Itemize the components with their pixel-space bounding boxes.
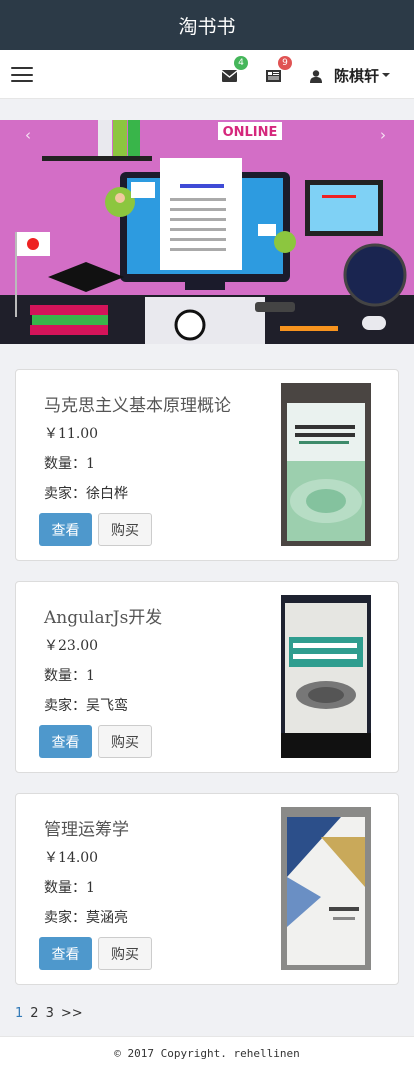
banner-illustration: ONLINE bbox=[0, 120, 414, 344]
book-price: ￥11.00 bbox=[44, 426, 99, 442]
page-link[interactable]: 3 bbox=[46, 1006, 54, 1021]
view-button[interactable]: 查看 bbox=[39, 937, 92, 970]
menu-toggle-icon[interactable] bbox=[11, 67, 33, 82]
book-cover-image[interactable] bbox=[281, 595, 371, 758]
carousel-next-icon[interactable]: › bbox=[380, 126, 386, 144]
book-seller: 卖家：吴飞鸾 bbox=[44, 698, 128, 714]
carousel-prev-icon[interactable]: ‹ bbox=[25, 126, 31, 144]
view-button[interactable]: 查看 bbox=[39, 513, 92, 546]
svg-text:ONLINE: ONLINE bbox=[223, 125, 278, 140]
book-quantity: 数量：1 bbox=[44, 880, 95, 896]
next-page-link[interactable]: >> bbox=[61, 1006, 83, 1021]
book-card: 管理运筹学 ￥14.00 数量：1 卖家：莫涵亮 查看 购买 bbox=[15, 793, 399, 985]
banner-carousel[interactable]: ONLINE ‹ › bbox=[0, 120, 414, 344]
book-price: ￥23.00 bbox=[44, 638, 99, 654]
buy-button[interactable]: 购买 bbox=[98, 937, 152, 970]
user-icon bbox=[310, 68, 322, 83]
username-dropdown[interactable]: 陈棋轩 bbox=[334, 65, 379, 86]
footer: © 2017 Copyright. rehellinen bbox=[0, 1036, 414, 1070]
page-link[interactable]: 1 bbox=[15, 1006, 23, 1021]
book-cover-image[interactable] bbox=[281, 807, 371, 970]
book-cover-image[interactable] bbox=[281, 383, 371, 546]
book-quantity: 数量：1 bbox=[44, 456, 95, 472]
book-card: 马克思主义基本原理概论 ￥11.00 数量：1 卖家：徐白桦 查看 购买 bbox=[15, 369, 399, 561]
book-title[interactable]: 管理运筹学 bbox=[44, 815, 129, 840]
page-link[interactable]: 2 bbox=[30, 1006, 38, 1021]
navbar: 4 9 陈棋轩 bbox=[0, 50, 414, 99]
book-card: AngularJs开发 ￥23.00 数量：1 卖家：吴飞鸾 查看 购买 bbox=[15, 581, 399, 773]
mail-badge: 4 bbox=[234, 56, 248, 70]
news-badge: 9 bbox=[278, 56, 292, 70]
copyright-text: © 2017 Copyright. rehellinen bbox=[114, 1047, 300, 1060]
book-title[interactable]: AngularJs开发 bbox=[44, 603, 162, 628]
book-seller: 卖家：徐白桦 bbox=[44, 486, 128, 502]
app-header: 淘书书 bbox=[0, 0, 414, 50]
buy-button[interactable]: 购买 bbox=[98, 725, 152, 758]
view-button[interactable]: 查看 bbox=[39, 725, 92, 758]
book-quantity: 数量：1 bbox=[44, 668, 95, 684]
buy-button[interactable]: 购买 bbox=[98, 513, 152, 546]
chevron-down-icon[interactable] bbox=[382, 73, 390, 77]
app-title: 淘书书 bbox=[178, 15, 236, 38]
book-seller: 卖家：莫涵亮 bbox=[44, 910, 128, 926]
newspaper-icon[interactable]: 9 bbox=[266, 56, 292, 82]
envelope-icon[interactable]: 4 bbox=[221, 56, 248, 82]
pagination: 1 2 3 >> bbox=[15, 1006, 83, 1021]
book-price: ￥14.00 bbox=[44, 850, 99, 866]
book-title[interactable]: 马克思主义基本原理概论 bbox=[44, 391, 231, 416]
